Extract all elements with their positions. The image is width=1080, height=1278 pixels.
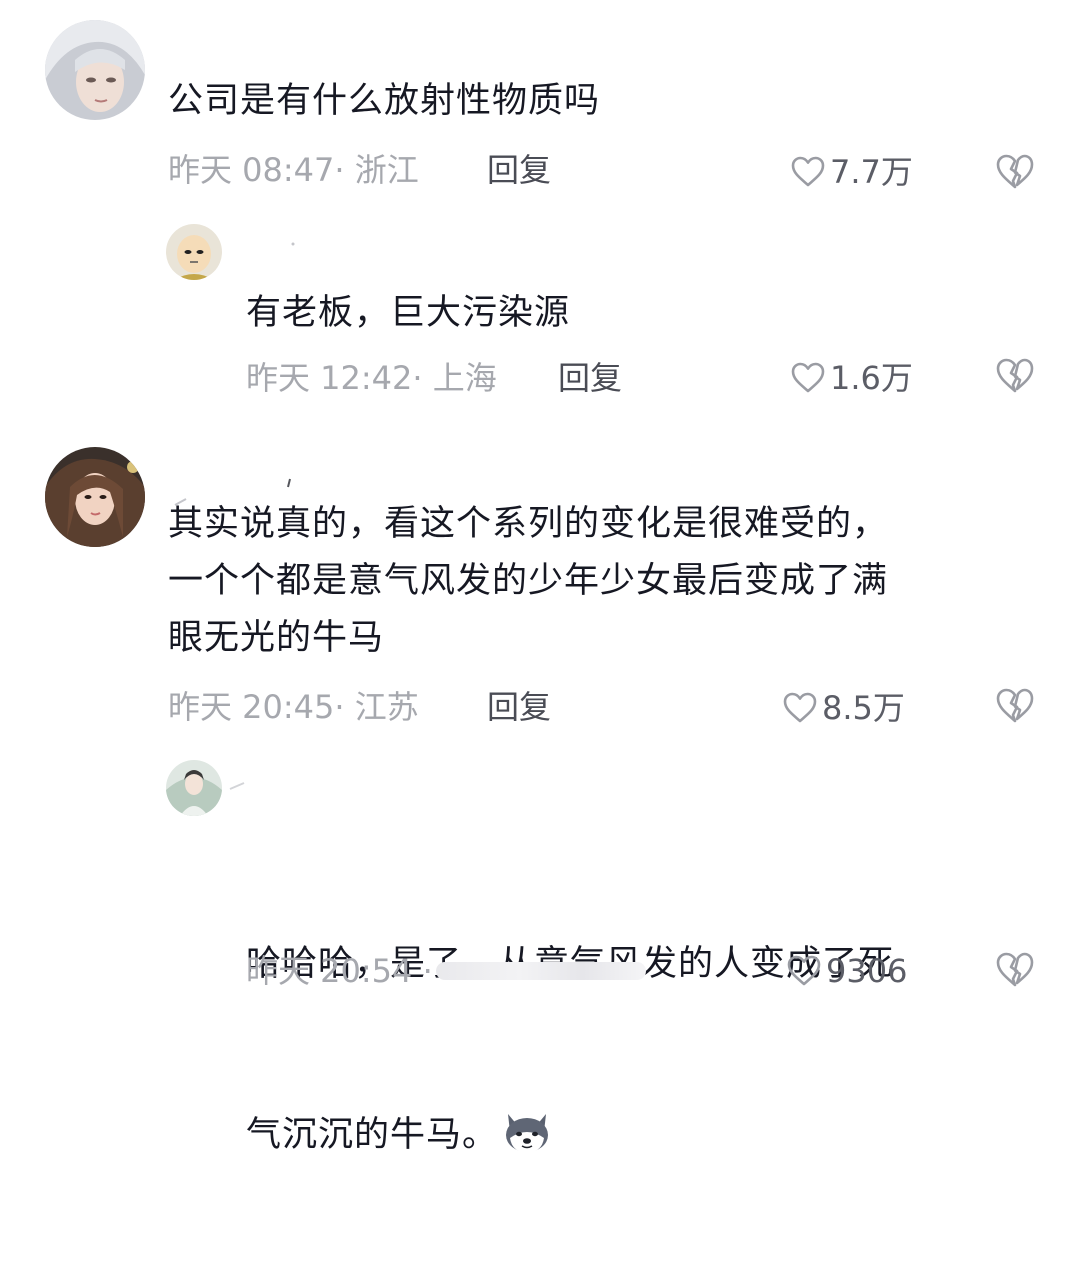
blurred-region [436, 962, 646, 980]
comment-meta: 昨天 12:42· 上海 [246, 358, 497, 398]
comment-text: 公司是有什么放射性物质吗 [168, 81, 601, 121]
like-button[interactable]: 8.5万 [782, 688, 905, 728]
comment-time: 昨天 12:42 [246, 359, 413, 397]
like-button[interactable]: 7.7万 [790, 152, 913, 192]
broken-heart-icon [996, 688, 1034, 723]
like-count: 9306 [826, 952, 908, 990]
avatar-image [45, 20, 145, 120]
avatar[interactable] [166, 760, 222, 816]
avatar-image [166, 224, 222, 280]
broken-heart-icon [996, 358, 1034, 393]
comment-time: 昨天 20:54 [246, 952, 413, 990]
like-button[interactable]: 9306 [786, 951, 907, 991]
reply-button[interactable]: 回复 [487, 150, 551, 190]
like-count: 7.7万 [830, 153, 913, 191]
comment-meta: 昨天 20:45· 江苏 [168, 687, 419, 727]
comment-time: 昨天 08:47 [168, 151, 335, 189]
heart-outline-icon [791, 156, 825, 187]
avatar[interactable] [45, 447, 145, 547]
nickname-blurred [228, 776, 246, 795]
comment-text-line: 气沉沉的牛马。 [246, 1107, 894, 1164]
comment-location: · 浙江 [334, 151, 419, 189]
comment-meta: 昨天 20:54 · [246, 951, 433, 991]
comment-text: 有老板，巨大污染源 [246, 293, 571, 333]
avatar[interactable] [166, 224, 222, 280]
dislike-button[interactable] [995, 356, 1035, 396]
reply-button[interactable]: 回复 [558, 358, 622, 398]
avatar-image [45, 447, 145, 547]
broken-heart-icon [996, 154, 1034, 189]
nickname-blurred [286, 473, 292, 492]
like-button[interactable]: 1.6万 [790, 358, 913, 398]
comment-text: 哈哈哈，是了，从意气风发的人变成了死 气沉沉的牛马。 [246, 822, 894, 1278]
comment-time: 昨天 20:45 [168, 688, 335, 726]
dislike-button[interactable] [995, 950, 1035, 990]
comment-meta: 昨天 08:47· 浙江 [168, 150, 419, 190]
dislike-button[interactable] [995, 686, 1035, 726]
like-count: 1.6万 [830, 359, 913, 397]
nickname-blurred [290, 232, 296, 251]
broken-heart-icon [996, 952, 1034, 987]
like-count: 8.5万 [822, 689, 905, 727]
comment-text: 其实说真的，看这个系列的变化是很难受的， 一个个都是意气风发的少年少女最后变成了… [168, 504, 889, 658]
comment-location: · 上海 [412, 359, 497, 397]
heart-outline-icon [787, 955, 821, 986]
comment-location: · 江苏 [334, 688, 419, 726]
heart-outline-icon [791, 362, 825, 393]
avatar[interactable] [45, 20, 145, 120]
avatar-image [166, 760, 222, 816]
comment-location: · [412, 952, 433, 990]
heart-outline-icon [783, 692, 817, 723]
dislike-button[interactable] [995, 152, 1035, 192]
comment-text-segment: 气沉沉的牛马。 [246, 1115, 499, 1155]
reply-button[interactable]: 回复 [487, 687, 551, 727]
husky-dog-emoji [502, 1108, 552, 1154]
